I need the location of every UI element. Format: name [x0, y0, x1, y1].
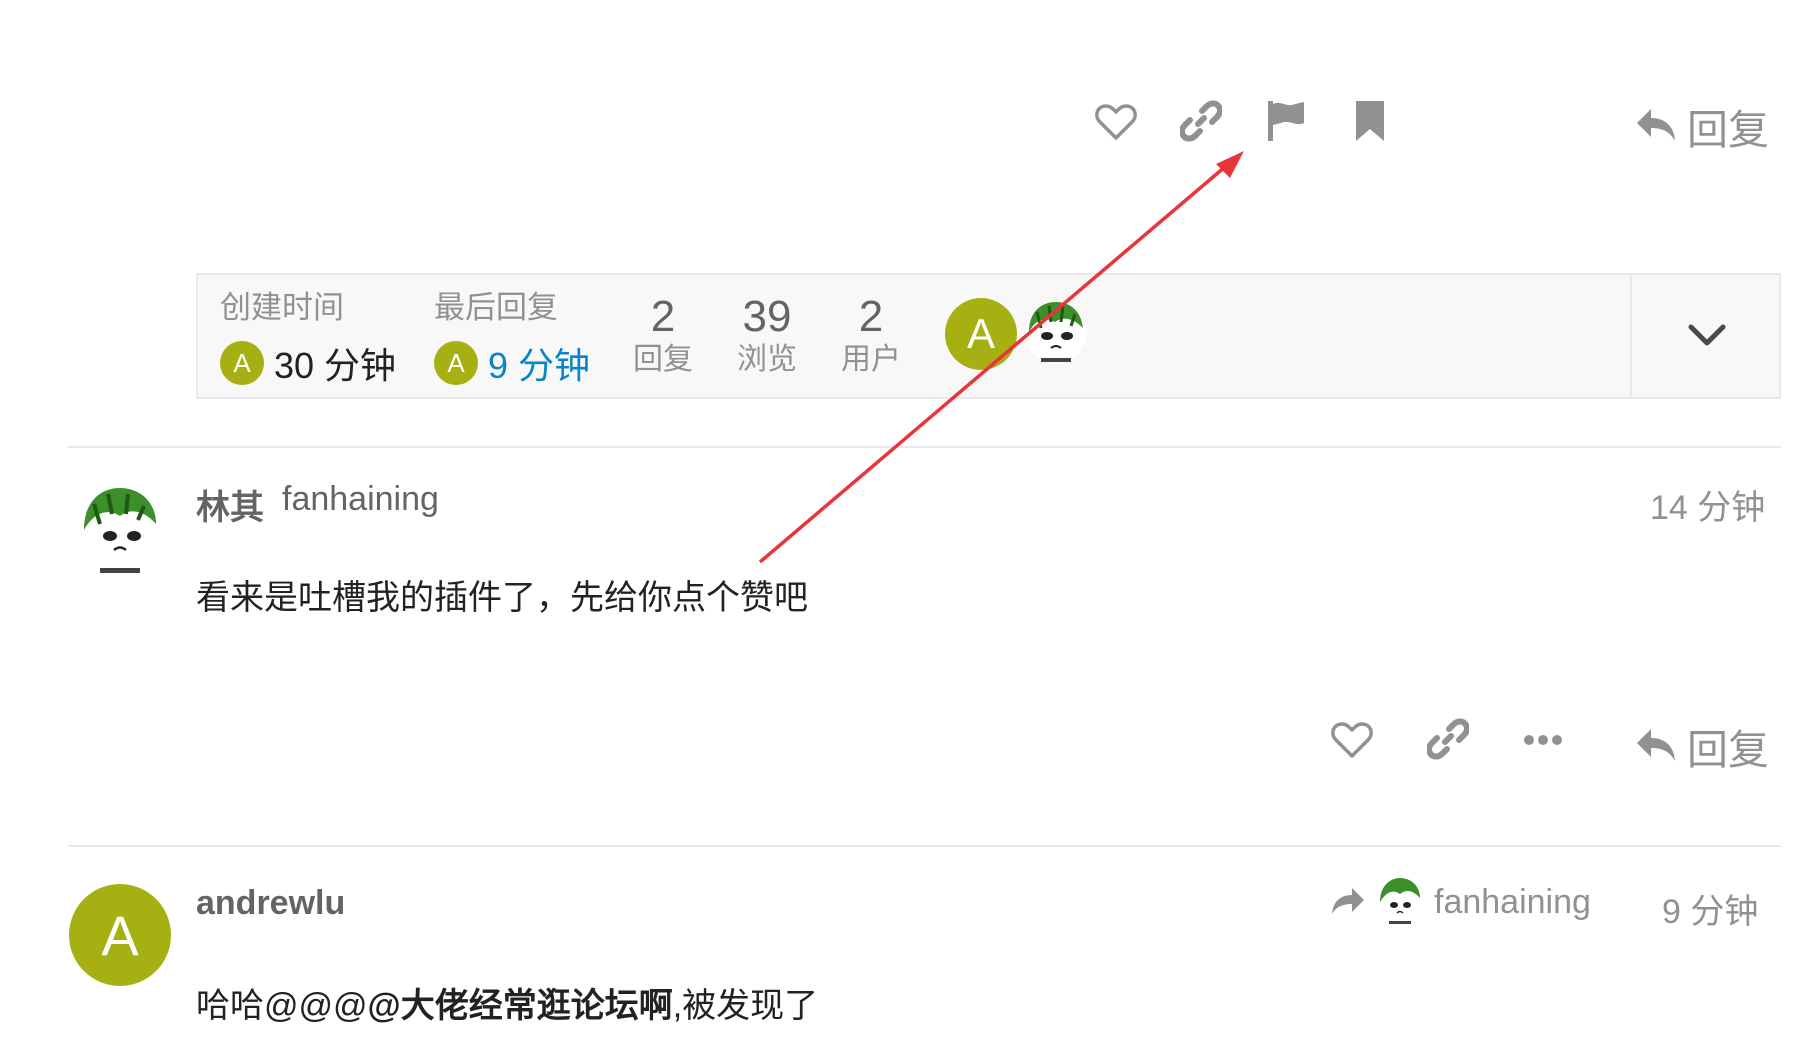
link-icon [1180, 100, 1222, 142]
reply-button[interactable]: 回复 [1635, 96, 1769, 156]
post-date[interactable]: 9 分钟 [1662, 884, 1758, 933]
reply-label: 回复 [1687, 727, 1769, 773]
post-body: 哈哈@@@@大佬经常逛论坛啊,被发现了 [196, 978, 818, 1027]
ellipsis-icon [1524, 735, 1562, 745]
flag-icon [1268, 101, 1304, 141]
post-divider [68, 446, 1781, 448]
users-count: 2 [858, 292, 884, 341]
created-info[interactable]: 创建时间 A 30 分钟 [220, 289, 396, 389]
cartoon-avatar-icon [84, 488, 156, 573]
post-body-prefix: 哈哈@@@ [196, 987, 368, 1025]
created-time: 30 分钟 [274, 345, 397, 386]
cartoon-avatar-icon [1026, 302, 1086, 364]
reply-icon [1637, 729, 1675, 761]
post-author-username[interactable]: andrewlu [196, 884, 345, 923]
bookmark-icon [1356, 101, 1384, 141]
reply-to-username: fanhaining [1434, 882, 1591, 921]
post-body-suffix: ,被发现了 [672, 987, 819, 1025]
avatar: A [434, 341, 478, 385]
views-count: 39 [742, 292, 792, 341]
share-forward-icon [1332, 888, 1364, 914]
heart-icon [1331, 722, 1373, 758]
avatar: A [220, 341, 264, 385]
like-button[interactable] [1328, 718, 1376, 762]
stat-views: 39 浏览 [722, 293, 812, 379]
reply-to-tab[interactable]: fanhaining [1330, 876, 1591, 928]
chevron-down-icon [1688, 324, 1725, 346]
expand-topic-map-button[interactable] [1632, 275, 1781, 397]
post-author-username[interactable]: fanhaining [282, 480, 439, 519]
replies-label: 回复 [633, 343, 693, 376]
views-label: 浏览 [737, 343, 797, 376]
post-avatar[interactable] [80, 484, 160, 580]
post-author-name[interactable]: 林其 [196, 480, 264, 529]
created-label: 创建时间 [220, 290, 344, 325]
topic-map: 创建时间 A 30 分钟 最后回复 A 9 分钟 2 回复 39 浏览 2 用户… [196, 273, 1781, 399]
post-avatar[interactable]: A [69, 884, 171, 986]
bookmark-button[interactable] [1352, 98, 1388, 144]
post-body-mention[interactable]: @大佬经常逛论坛啊 [368, 987, 673, 1025]
reply-button[interactable]: 回复 [1635, 716, 1769, 776]
participant-avatar-watermelon[interactable] [1023, 298, 1089, 370]
stat-replies: 2 回复 [618, 293, 708, 379]
copy-link-button[interactable] [1178, 98, 1224, 144]
cartoon-avatar-icon [1380, 878, 1420, 924]
more-actions-button[interactable] [1520, 720, 1566, 760]
replies-count: 2 [650, 292, 676, 341]
users-label: 用户 [841, 343, 901, 376]
like-button[interactable] [1092, 100, 1140, 144]
reply-label: 回复 [1687, 107, 1769, 153]
copy-link-button[interactable] [1425, 716, 1471, 762]
last-reply-label: 最后回复 [434, 290, 558, 325]
stat-users: 2 用户 [826, 293, 916, 379]
post-divider [68, 845, 1781, 847]
heart-icon [1095, 104, 1137, 140]
reply-icon [1637, 109, 1675, 141]
post-date[interactable]: 14 分钟 [1650, 480, 1765, 529]
last-reply-info[interactable]: 最后回复 A 9 分钟 [434, 289, 590, 389]
last-reply-time[interactable]: 9 分钟 [488, 337, 590, 389]
flag-button[interactable] [1265, 98, 1307, 144]
link-icon [1427, 718, 1469, 760]
participant-avatar-a[interactable]: A [945, 298, 1017, 370]
post-body: 看来是吐槽我的插件了，先给你点个赞吧 [196, 579, 808, 617]
